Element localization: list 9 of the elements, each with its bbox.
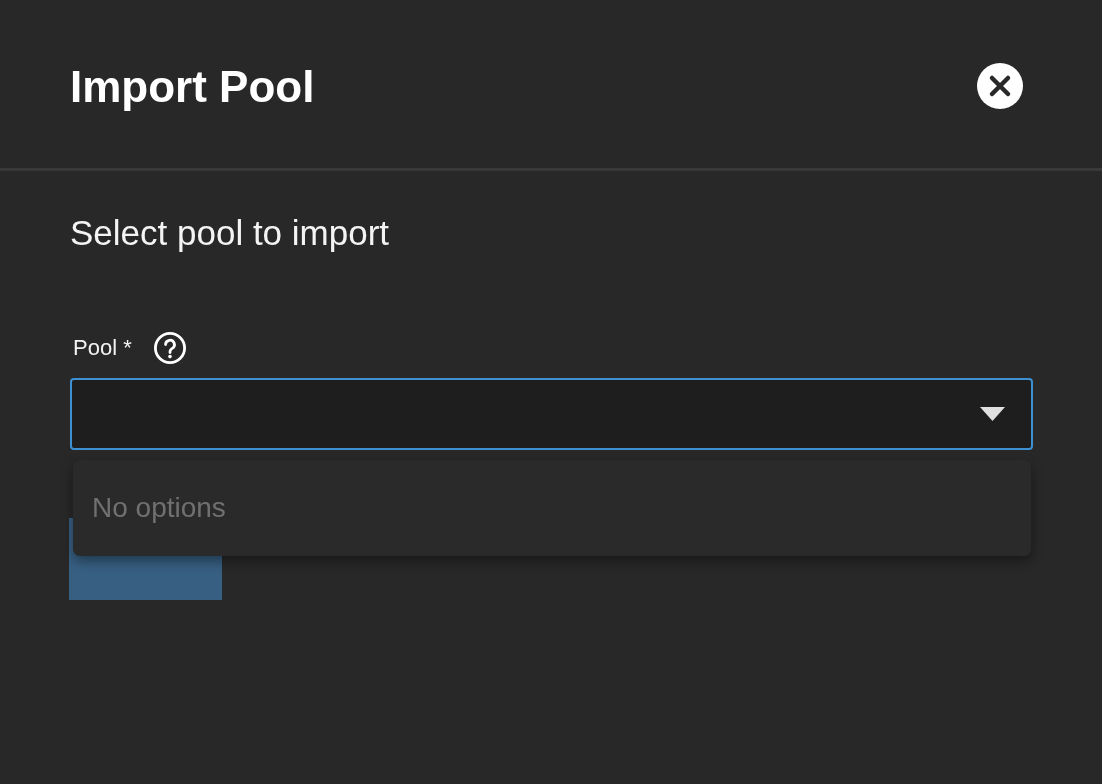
dialog-title: Import Pool	[70, 61, 315, 113]
help-icon[interactable]	[153, 332, 186, 364]
section-heading: Select pool to import	[70, 212, 391, 254]
field-label: Pool *	[73, 334, 132, 362]
close-icon	[977, 63, 1023, 109]
pool-select[interactable]	[70, 378, 1033, 450]
caret-icon	[980, 407, 1005, 421]
close-button[interactable]	[977, 63, 1023, 109]
empty-message: No options	[92, 491, 226, 525]
